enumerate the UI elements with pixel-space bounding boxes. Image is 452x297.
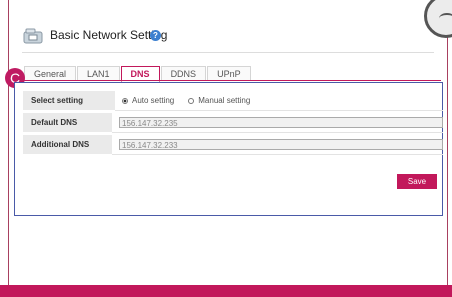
default-dns-label: Default DNS [23,113,112,133]
header-divider [22,52,434,53]
default-dns-input[interactable]: 156.147.32.235 [119,117,443,128]
save-button[interactable]: Save [397,174,437,189]
tab-ddns[interactable]: DDNS [160,66,207,81]
dns-settings-panel: Select setting Auto setting Manual setti… [14,82,443,216]
select-setting-label: Select setting [23,91,115,111]
footer-bar [0,285,452,297]
default-dns-row: Default DNS 156.147.32.235 [23,113,443,133]
network-folder-icon [23,28,43,44]
select-setting-options: Auto setting Manual setting [115,91,443,111]
tab-underline [23,80,441,81]
auto-setting-radio[interactable] [122,97,128,104]
manual-setting-label[interactable]: Manual setting [198,91,250,111]
additional-dns-row: Additional DNS 156.147.32.233 [23,135,443,155]
tab-general[interactable]: General [24,66,77,81]
additional-dns-label: Additional DNS [23,135,112,155]
manual-setting-radio[interactable] [188,97,195,104]
tab-lan1[interactable]: LAN1 [77,66,120,81]
help-question-icon[interactable]: ? [150,30,161,41]
select-setting-row: Select setting Auto setting Manual setti… [23,91,443,111]
tab-bar: General LAN1 DNS DDNS UPnP [24,66,252,82]
tab-upnp[interactable]: UPnP [207,66,251,81]
auto-setting-label[interactable]: Auto setting [132,91,174,111]
additional-dns-input[interactable]: 156.147.32.233 [119,139,443,150]
